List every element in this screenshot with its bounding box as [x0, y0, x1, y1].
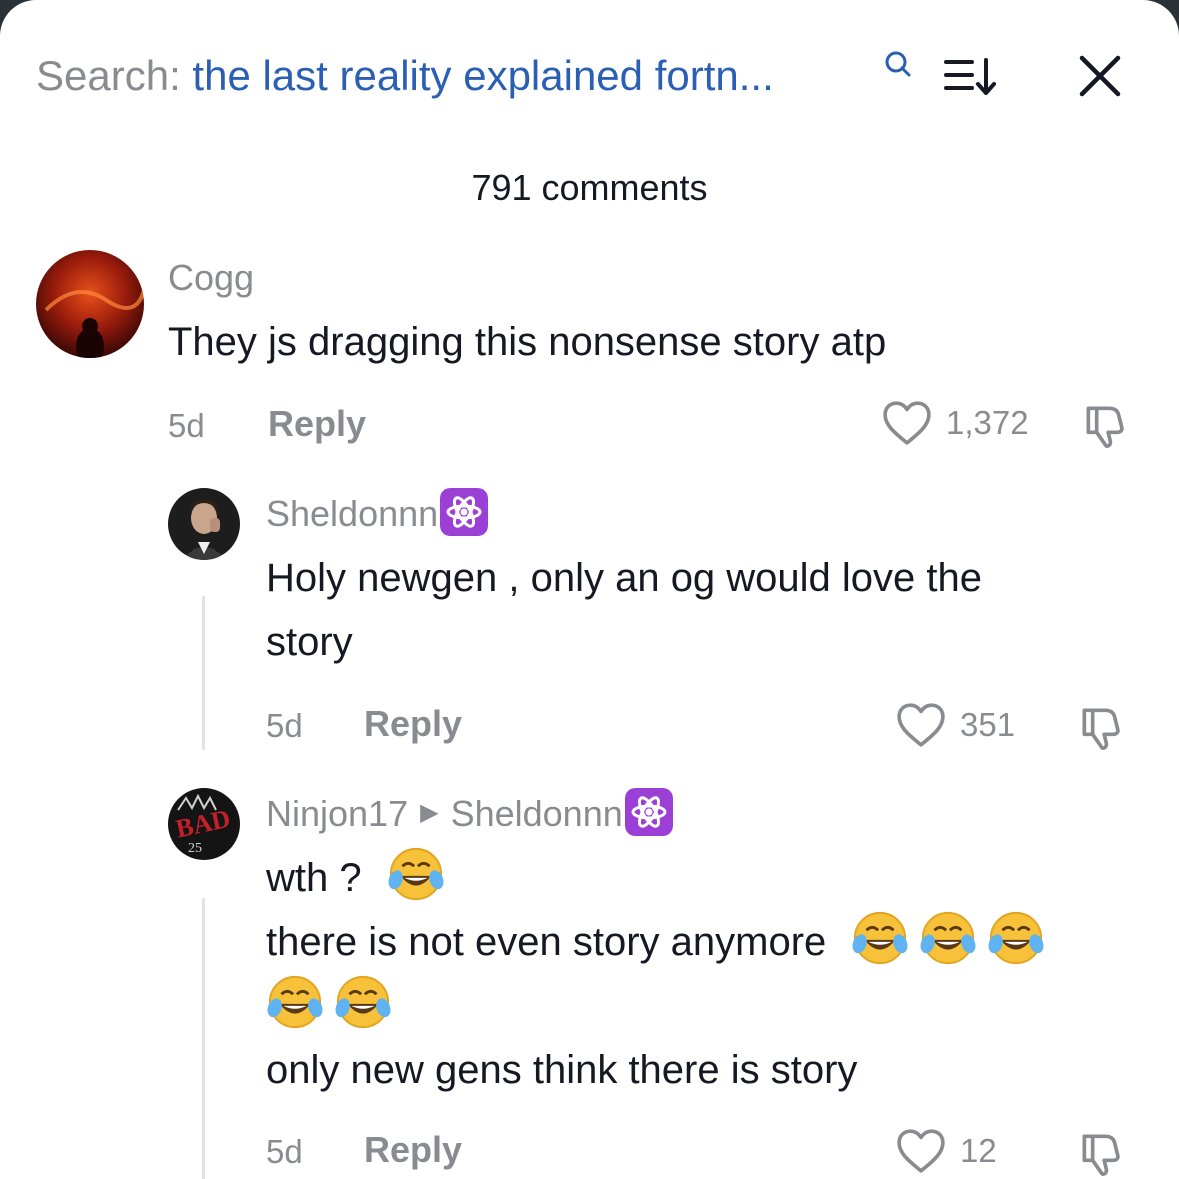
comment-line-text: wth ?: [266, 856, 362, 900]
comment-text: Holy newgen , only an og would love the …: [266, 546, 982, 674]
comment-line: wth ?: [266, 846, 1156, 910]
reply-to-username[interactable]: Sheldonnn: [451, 793, 623, 834]
like-button[interactable]: 1,372: [882, 400, 1029, 446]
heart-icon: [882, 400, 932, 446]
comment-text: wth ? there is not even story anymore on…: [266, 846, 1156, 1102]
dislike-icon[interactable]: [1076, 1128, 1126, 1178]
comments-sheet: Search: the last reality explained fortn…: [0, 0, 1179, 1179]
laughing-crying-emoji: [266, 973, 324, 1031]
avatar[interactable]: BAD 25: [168, 788, 240, 860]
svg-text:25: 25: [188, 841, 202, 856]
like-count: 351: [960, 706, 1016, 743]
heart-icon: [896, 1128, 946, 1174]
username-text: Sheldonnn: [266, 493, 439, 534]
search-query-bar[interactable]: Search: the last reality explained fortn…: [36, 52, 916, 100]
comment-time: 5d: [266, 707, 303, 744]
sort-icon[interactable]: [942, 56, 998, 100]
reply-button[interactable]: Reply: [364, 704, 462, 744]
username-text: Ninjon17: [266, 793, 409, 834]
dislike-icon[interactable]: [1076, 702, 1126, 752]
reply-arrow-icon: ▶: [420, 799, 439, 827]
search-icon[interactable]: [884, 50, 914, 80]
search-prefix: Search:: [36, 52, 181, 99]
like-button[interactable]: 12: [896, 1128, 997, 1174]
comment-time: 5d: [266, 1133, 303, 1170]
comment-line: only new gens think there is story: [266, 1048, 858, 1092]
atom-badge-icon: [440, 488, 488, 536]
laughing-crying-emoji: [987, 909, 1045, 967]
laughing-crying-emoji: [387, 845, 445, 903]
comment-text: They js dragging this nonsense story atp: [168, 320, 887, 364]
laughing-crying-emoji: [334, 973, 392, 1031]
reply-button[interactable]: Reply: [364, 1130, 462, 1170]
comment-line: there is not even story anymore: [266, 910, 1156, 974]
search-header: Search: the last reality explained fortn…: [0, 40, 1179, 112]
like-count: 1,372: [946, 404, 1029, 441]
avatar[interactable]: [168, 488, 240, 560]
comment-username[interactable]: Sheldonnn: [266, 492, 488, 540]
comment-line: Holy newgen , only an og would love the: [266, 556, 983, 600]
like-count: 12: [960, 1132, 997, 1169]
thread-line: [202, 898, 205, 1179]
heart-icon: [896, 702, 946, 748]
search-query-link[interactable]: the last reality explained fortn...: [192, 52, 773, 99]
comment-time: 5d: [168, 407, 205, 444]
comment-line-text: there is not even story anymore: [266, 920, 827, 964]
laughing-crying-emoji: [851, 909, 909, 967]
comment-line: story: [266, 620, 353, 664]
laughing-crying-emoji: [919, 909, 977, 967]
comment-line: [266, 974, 1156, 1038]
thread-line: [202, 596, 205, 750]
close-icon[interactable]: [1078, 54, 1122, 98]
comment-username[interactable]: Cogg: [168, 256, 254, 300]
comment-count: 791 comments: [471, 167, 708, 208]
dislike-icon[interactable]: [1080, 400, 1130, 450]
avatar[interactable]: [36, 250, 144, 358]
like-button[interactable]: 351: [896, 702, 1015, 748]
atom-badge-icon: [625, 788, 673, 836]
comment-username[interactable]: Ninjon17 ▶ Sheldonnn: [266, 792, 673, 840]
reply-button[interactable]: Reply: [268, 404, 366, 444]
